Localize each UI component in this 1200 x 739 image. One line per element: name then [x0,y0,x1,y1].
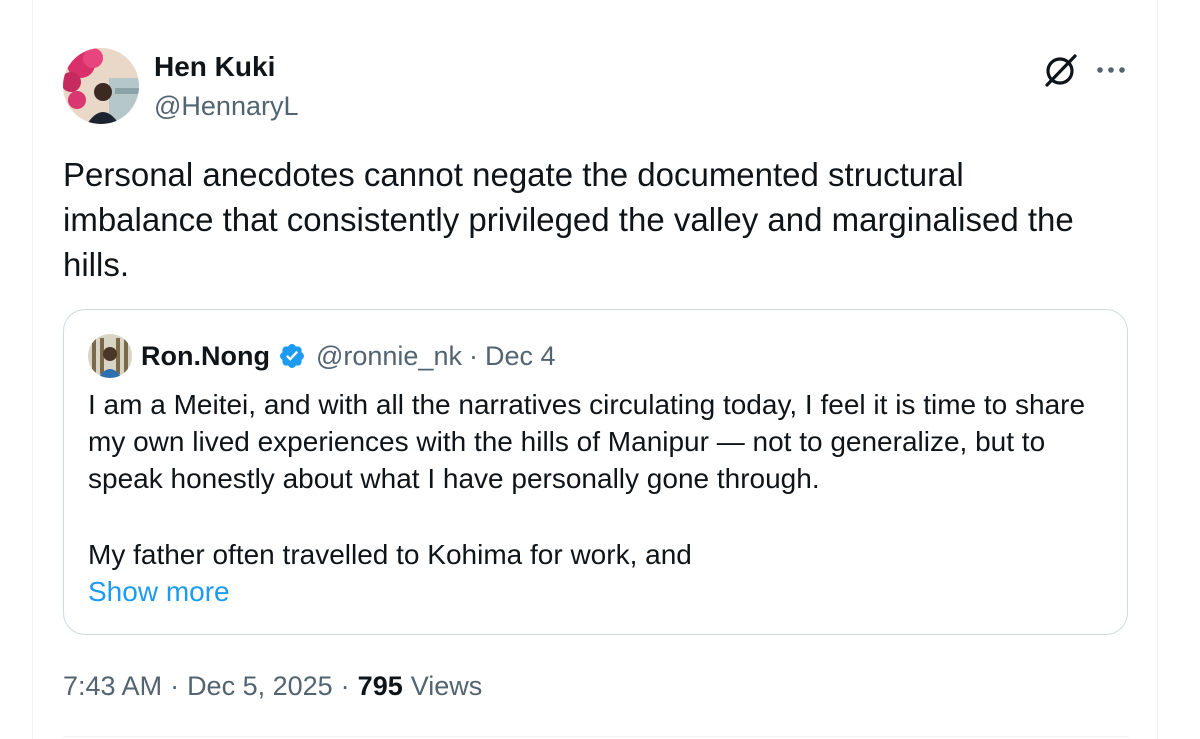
grok-icon[interactable] [1041,50,1081,90]
author-handle[interactable]: @HennaryL [154,89,298,123]
separator-dot: · [468,340,478,371]
profile-photo-icon [88,334,132,378]
quoted-author-handle[interactable]: @ronnie_nk [316,341,462,372]
tweet-card: Hen Kuki @HennaryL Personal anecdotes ca… [32,0,1158,739]
author-display-name[interactable]: Hen Kuki [154,50,275,84]
tweet-text: Personal anecdotes cannot negate the doc… [63,156,1074,283]
quoted-tweet[interactable]: Ron.Nong @ronnie_nk · Dec 4 I am a Meite… [63,309,1128,635]
views-label: Views [410,670,483,701]
profile-photo-icon [63,48,139,124]
quoted-tweet-text-continued: My father often travelled to Kohima for … [88,539,692,570]
tweet-time[interactable]: 7:43 AM [63,671,162,702]
quoted-tweet-text: I am a Meitei, and with all the narrativ… [88,389,1086,494]
more-options-icon[interactable] [1095,55,1127,85]
views-count[interactable]: 795 [358,671,403,702]
divider [63,736,1129,737]
verified-badge-icon [280,344,304,368]
quoted-author-display-name[interactable]: Ron.Nong [141,341,270,372]
quoted-tweet-date[interactable]: Dec 4 [485,341,556,372]
quoted-tweet-header: Ron.Nong @ronnie_nk · Dec 4 [141,338,556,374]
quoted-author-avatar[interactable] [88,334,132,378]
tweet-meta: 7:43 AM · Dec 5, 2025 · 795 Views [63,668,482,704]
tweet-date[interactable]: Dec 5, 2025 [187,671,333,702]
separator-dot: · [170,670,180,701]
author-avatar[interactable] [63,48,139,124]
show-more-link[interactable]: Show more [88,573,230,610]
separator-dot: · [340,670,350,701]
